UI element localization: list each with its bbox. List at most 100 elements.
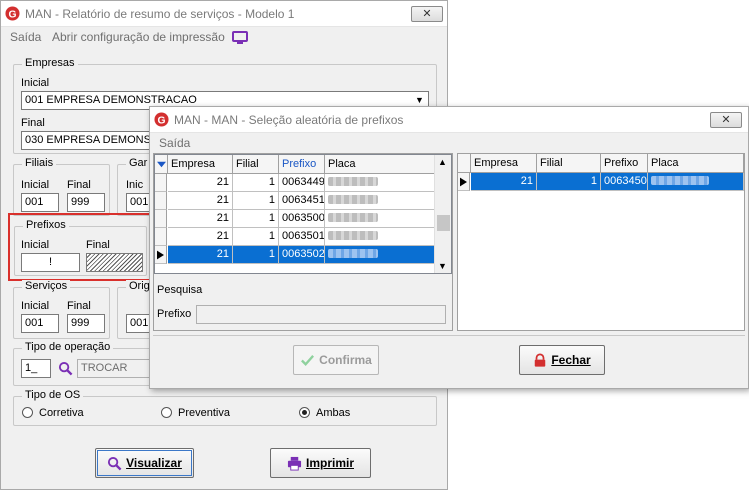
garagens-title: Gar — [126, 157, 151, 169]
available-prefixes-grid[interactable]: Empresa Filial Prefixo Placa 21 1 006344… — [154, 154, 452, 274]
selected-prefixes-grid[interactable]: Empresa Filial Prefixo Placa 21 1 006345… — [457, 153, 745, 331]
empresas-title: Empresas — [22, 57, 78, 69]
right-col-prefixo[interactable]: Prefixo — [601, 154, 648, 173]
dialog-separator — [153, 335, 745, 336]
left-col-prefixo[interactable]: Prefixo — [279, 155, 325, 174]
prefixos-final-input[interactable] — [86, 253, 143, 272]
redacted-plate — [328, 213, 378, 222]
radio-preventiva[interactable]: Preventiva — [161, 407, 230, 419]
radio-preventiva-label: Preventiva — [178, 407, 230, 419]
dialog-menu-exit[interactable]: Saída — [159, 136, 190, 150]
main-window-title: MAN - Relatório de resumo de serviços - … — [25, 7, 295, 21]
cell-prefixo: 0063501 — [279, 228, 325, 246]
main-menubar: Saída Abrir configuração de impressão — [1, 27, 447, 47]
visualizar-label: Visualizar — [126, 456, 182, 470]
search-icon[interactable] — [58, 361, 73, 376]
row-pointer-icon — [460, 177, 467, 187]
prefixos-title: Prefixos — [23, 219, 69, 231]
fechar-label: Fechar — [551, 353, 591, 367]
filiais-initial-label: Inicial — [21, 179, 50, 191]
redacted-plate — [328, 231, 378, 240]
radio-ambas[interactable]: Ambas — [299, 407, 350, 419]
dialog-close-button[interactable]: ✕ — [710, 112, 742, 128]
filiais-initial-input[interactable]: 001 — [21, 193, 59, 212]
visualizar-button[interactable]: Visualizar — [95, 448, 194, 478]
cell-prefixo: 0063500 — [279, 210, 325, 228]
scroll-up-icon[interactable]: ▲ — [438, 157, 447, 167]
tipo-operacao-title: Tipo de operação — [22, 341, 114, 353]
radio-preventiva-circle[interactable] — [161, 407, 172, 418]
svg-text:G: G — [8, 9, 16, 20]
check-icon — [301, 354, 315, 366]
menu-open-print-config[interactable]: Abrir configuração de impressão — [52, 30, 225, 44]
row-indicator — [155, 228, 167, 246]
monitor-icon[interactable] — [232, 31, 248, 45]
magnifier-icon — [108, 456, 122, 470]
cell-prefixo: 0063449 — [279, 174, 325, 192]
redacted-plate — [328, 177, 378, 186]
radio-corretiva-circle[interactable] — [22, 407, 33, 418]
sort-down-icon — [157, 161, 166, 168]
left-col-filial[interactable]: Filial — [233, 155, 279, 174]
left-col-empresa[interactable]: Empresa — [168, 155, 233, 174]
search-prefix-input[interactable] — [196, 305, 446, 324]
servicos-final-label: Final — [67, 300, 91, 312]
printer-icon — [287, 456, 302, 471]
dialog-menubar: Saída — [150, 133, 748, 153]
tipo-os-title: Tipo de OS — [22, 389, 84, 401]
imprimir-button[interactable]: Imprimir — [270, 448, 371, 478]
cell-placa — [325, 228, 435, 246]
row-indicator — [155, 192, 167, 210]
prefixos-initial-label: Inicial — [21, 239, 50, 251]
scroll-thumb[interactable] — [437, 215, 450, 231]
filiais-final-label: Final — [67, 179, 91, 191]
scroll-down-icon[interactable]: ▼ — [438, 261, 447, 271]
cell-filial: 1 — [233, 174, 279, 192]
dialog-title: MAN - MAN - Seleção aleatória de prefixo… — [174, 113, 404, 127]
cell-filial: 1 — [537, 173, 601, 191]
imprimir-label: Imprimir — [305, 456, 354, 470]
right-col-empresa[interactable]: Empresa — [471, 154, 537, 173]
radio-corretiva[interactable]: Corretiva — [22, 407, 84, 419]
filiais-title: Filiais — [22, 157, 57, 169]
servicos-initial-label: Inicial — [21, 300, 50, 312]
row-indicator — [155, 210, 167, 228]
right-col-placa[interactable]: Placa — [648, 154, 744, 173]
servicos-initial-input[interactable]: 001 — [21, 314, 59, 333]
cell-empresa: 21 — [168, 228, 233, 246]
cell-filial: 1 — [233, 210, 279, 228]
left-col-placa[interactable]: Placa — [325, 155, 435, 174]
tipo-os-group: Tipo de OS Corretiva Preventiva Ambas — [13, 389, 437, 426]
prefixos-initial-input[interactable]: ! — [21, 253, 80, 272]
tipo-operacao-code-input[interactable]: 1_ — [21, 359, 51, 378]
right-grid-header-indicator — [458, 154, 471, 173]
main-titlebar: G MAN - Relatório de resumo de serviços … — [1, 1, 447, 27]
prefixos-group: Prefixos Inicial Final ! — [14, 219, 147, 276]
cell-prefixo: 0063450 — [601, 173, 648, 191]
lock-icon — [535, 353, 546, 367]
empresas-final-label: Final — [21, 117, 45, 129]
menu-exit[interactable]: Saída — [10, 30, 41, 44]
svg-text:G: G — [157, 115, 165, 126]
filiais-group: Filiais Inicial Final 001 999 — [13, 157, 110, 216]
cell-filial: 1 — [233, 246, 279, 264]
right-col-filial[interactable]: Filial — [537, 154, 601, 173]
main-close-button[interactable]: ✕ — [411, 6, 443, 22]
fechar-button[interactable]: Fechar — [519, 345, 605, 375]
row-indicator — [458, 173, 470, 191]
servicos-final-input[interactable]: 999 — [67, 314, 105, 333]
confirma-button[interactable]: Confirma — [293, 345, 379, 375]
left-grid-scrollbar[interactable]: ▲ ▼ — [434, 155, 451, 273]
search-prefix-label: Prefixo — [157, 308, 192, 320]
radio-corretiva-label: Corretiva — [39, 407, 84, 419]
cell-placa — [325, 192, 435, 210]
prefix-selection-dialog: G MAN - MAN - Seleção aleatória de prefi… — [149, 106, 749, 389]
radio-ambas-circle[interactable] — [299, 407, 310, 418]
row-indicator — [155, 246, 167, 264]
empresas-initial-value: 001 EMPRESA DEMONSTRACAO — [25, 94, 197, 106]
grid-header-indicator — [155, 155, 168, 174]
cell-placa — [325, 210, 435, 228]
cell-prefixo: 0063502 — [279, 246, 325, 264]
app-logo-icon: G — [154, 112, 169, 127]
filiais-final-input[interactable]: 999 — [67, 193, 105, 212]
